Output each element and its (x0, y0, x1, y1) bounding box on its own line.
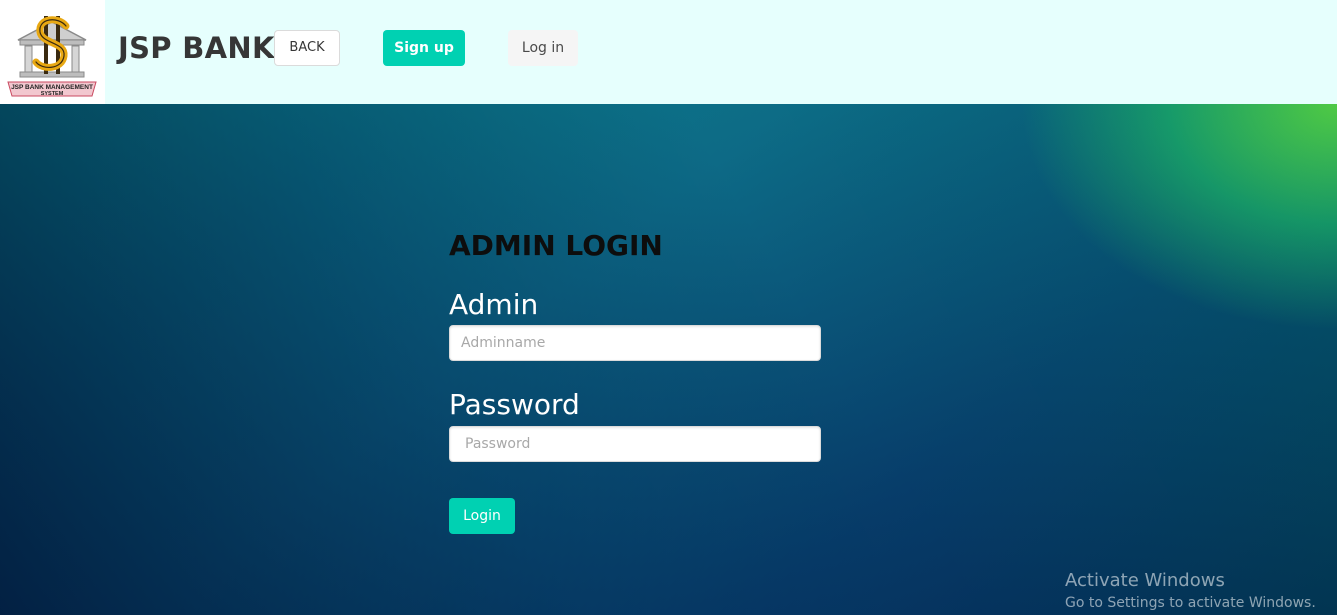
admin-label: Admin (449, 288, 539, 321)
bank-logo-icon: JSP BANK MANAGEMENT SYSTEM (7, 16, 97, 97)
password-input[interactable] (449, 426, 821, 462)
bank-logo[interactable]: JSP BANK MANAGEMENT SYSTEM (0, 0, 105, 104)
logo-text-line-2: SYSTEM (41, 91, 64, 97)
hero-section: ADMIN LOGIN Admin Password Login Activat… (0, 104, 1337, 615)
page-title: ADMIN LOGIN (449, 229, 663, 262)
windows-activation-subtitle: Go to Settings to activate Windows. (1065, 595, 1316, 611)
brand-title[interactable]: JSP BANK (118, 30, 275, 66)
navbar: JSP BANK MANAGEMENT SYSTEM JSP BANK BACK… (0, 0, 1337, 104)
signup-button[interactable]: Sign up (383, 30, 465, 66)
admin-name-input[interactable] (449, 325, 821, 361)
logo-text-line-1: JSP BANK MANAGEMENT (11, 84, 93, 91)
login-submit-button[interactable]: Login (449, 498, 515, 534)
back-button[interactable]: BACK (274, 30, 340, 66)
admin-login-page: JSP BANK MANAGEMENT SYSTEM JSP BANK BACK… (0, 0, 1337, 615)
login-nav-button[interactable]: Log in (508, 30, 578, 66)
windows-activation-title: Activate Windows (1065, 570, 1225, 591)
password-label: Password (449, 388, 580, 421)
